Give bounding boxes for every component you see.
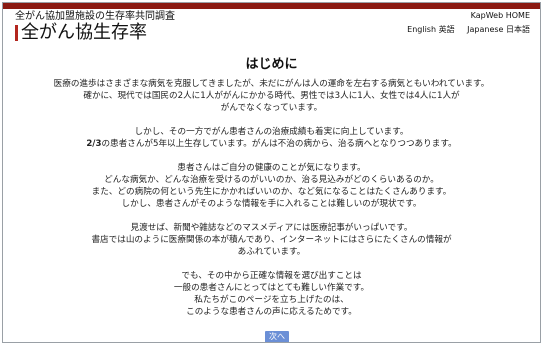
- text-line: あふれています。: [237, 247, 306, 257]
- site-brand: 全がん協生存率: [15, 23, 147, 43]
- text-line: しかし、その一方でがん患者さんの治療成績も着実に向上しています。: [134, 127, 409, 137]
- next-button[interactable]: 次へ: [265, 331, 289, 342]
- text-line: 2/3の患者さんが5年以上生存しています。がんは不治の病から、治る病へとなりつつ…: [86, 139, 457, 149]
- text-line: 書店では山のように医療関係の本が積んであり、インターネットにはさらにたくさんの情…: [91, 235, 452, 245]
- paragraph: 見渡せば、新聞や雑誌などのマスメディアには医療記事がいっぱいです。 書店では山の…: [3, 222, 540, 258]
- browser-page: 全がん協加盟施設の生存率共同調査 全がん協生存率 KapWeb HOME Eng…: [2, 2, 541, 343]
- paragraph: でも、その中から正確な情報を選び出すことは 一般の患者さんにとってはとても難しい…: [3, 270, 540, 318]
- english-link[interactable]: English 英語: [407, 25, 454, 34]
- text-line: でも、その中から正確な情報を選び出すことは: [181, 271, 362, 281]
- text-line: 一般の患者さんにとってはとても難しい作業です。: [173, 283, 370, 293]
- japanese-link[interactable]: Japanese 日本語: [467, 25, 530, 34]
- text-line: 確かに、現代では国民の2人に1人ががんにかかる時代、男性では3人に1人、女性では…: [83, 91, 460, 101]
- intro-text: 医療の進歩はさまざまな病気を克服してきましたが、未だにがんは人の運命を左右する病…: [3, 78, 540, 330]
- text-line: どんな病気か、どんな治療を受けるのがいいのか、治る見込みがどのくらいあるのか。: [104, 175, 439, 185]
- site-title: 全がん協生存率: [21, 22, 147, 43]
- text-line: がんでなくなっています。: [220, 103, 323, 113]
- text-line: しかし、患者さんがそのような情報を手に入れることは難しいのが現状です。: [121, 199, 422, 209]
- page-title: はじめに: [245, 57, 298, 72]
- text-line: 患者さんはご自分の健康のことが気になります。: [177, 163, 366, 173]
- kapweb-home-link[interactable]: KapWeb HOME: [471, 11, 530, 20]
- paragraph: しかし、その一方でがん患者さんの治療成績も着実に向上しています。 2/3の患者さ…: [3, 126, 540, 150]
- language-switcher: English 英語 Japanese 日本語: [407, 24, 530, 35]
- text-line: 私たちがこのページを立ち上げたのは、: [194, 295, 349, 305]
- paragraph: 医療の進歩はさまざまな病気を克服してきましたが、未だにがんは人の運命を左右する病…: [3, 78, 540, 114]
- text-line: また、どの病院の何という先生にかかればいいのか、など気になることはたくさんありま…: [91, 187, 452, 197]
- paragraph: 患者さんはご自分の健康のことが気になります。 どんな病気か、どんな治療を受けるの…: [3, 162, 540, 210]
- site-header: 全がん協加盟施設の生存率共同調査 全がん協生存率 KapWeb HOME Eng…: [3, 9, 540, 43]
- text-line: 見渡せば、新聞や雑誌などのマスメディアには医療記事がいっぱいです。: [130, 223, 413, 233]
- text-line: 医療の進歩はさまざまな病気を克服してきましたが、未だにがんは人の運命を左右する病…: [53, 79, 490, 89]
- text-line: このような患者さんの声に応えるためです。: [186, 307, 357, 317]
- brand-mark-icon: [15, 25, 18, 41]
